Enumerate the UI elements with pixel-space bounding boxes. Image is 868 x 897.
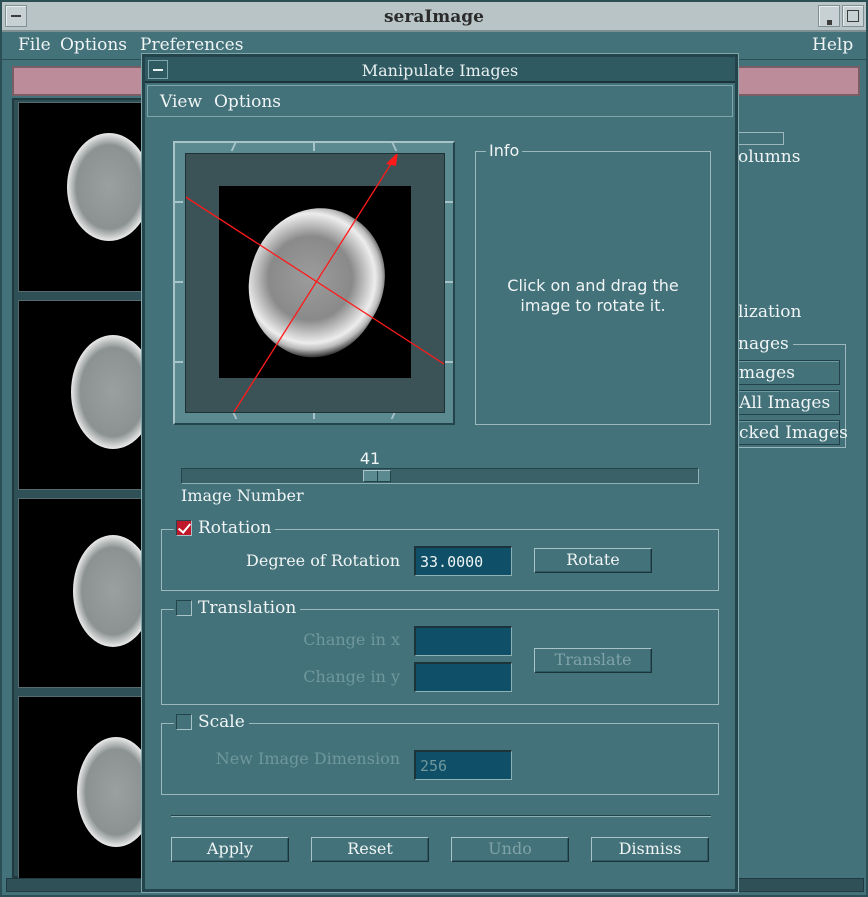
manipulate-images-dialog: Manipulate Images View Options Info Clic… [142,54,738,892]
new-image-dimension-input[interactable]: 256 [414,750,512,780]
slider-thumb[interactable] [363,470,391,482]
arrow-head-icon [386,154,398,166]
visualization-label: lization [738,302,802,322]
images-group-label: nages [738,334,793,354]
minimize-icon [827,20,832,25]
thumbnail-image[interactable] [18,498,153,688]
new-image-dimension-label: New Image Dimension [215,749,400,768]
images-button-label: mages [739,363,795,383]
scale-legend: Scale [174,712,249,732]
tick-mark [313,141,315,151]
change-in-y-input[interactable] [414,662,512,692]
translation-legend: Translation [174,598,301,618]
thumbnail-image[interactable] [18,300,155,490]
image-well [185,153,445,413]
menu-file[interactable]: File [18,35,51,55]
scale-group: Scale New Image Dimension 256 [161,712,719,795]
columns-label: olumns [738,147,801,167]
degree-of-rotation-input[interactable]: 33.0000 [414,546,512,576]
image-number-slider[interactable] [181,468,699,484]
tick-mark [230,141,238,151]
main-titlebar[interactable]: seraImage [2,2,866,32]
marked-images-button[interactable]: cked Images [732,420,848,445]
menu-view[interactable]: View [160,92,202,112]
reset-button[interactable]: Reset [311,837,429,862]
image-number-value: 41 [359,449,381,468]
undo-button[interactable]: Undo [451,837,569,862]
tick-mark [390,141,398,151]
horizontal-guide-line [186,196,445,365]
dialog-title: Manipulate Images [361,61,519,80]
degree-of-rotation-label: Degree of Rotation [246,551,400,570]
thumbnail-image[interactable] [18,696,155,886]
info-text: Click on and drag the image to rotate it… [507,276,679,315]
info-legend: Info [486,141,523,160]
info-panel: Info Click on and drag the image to rota… [475,141,711,425]
scan-slice [73,535,153,647]
translate-button[interactable]: Translate [534,648,652,673]
all-images-button[interactable]: All Images [732,390,840,415]
dialog-menubar: View Options [147,85,733,117]
thumbnail-list[interactable] [12,98,155,886]
minimize-button[interactable] [818,5,840,27]
scale-label: Scale [198,712,245,732]
columns-field[interactable] [738,132,784,145]
apply-button[interactable]: Apply [171,837,289,862]
marked-images-button-label: cked Images [739,423,848,443]
change-in-x-label: Change in x [303,630,400,649]
maximize-icon [847,10,859,22]
rotate-button[interactable]: Rotate [534,548,652,573]
rotation-guides [186,154,445,413]
window-title: seraImage [383,7,485,27]
rotation-label: Rotation [198,518,272,538]
scan-slice [67,133,151,241]
rotation-legend: Rotation [174,518,276,538]
vertical-guide-line [233,155,397,413]
rotation-checkbox[interactable] [176,520,192,536]
slider-grip [377,471,378,481]
image-viewport [173,141,455,425]
translation-group: Translation Change in x Change in y Tran… [161,598,719,705]
menu-help[interactable]: Help [812,35,853,55]
scale-checkbox[interactable] [176,714,192,730]
translation-checkbox[interactable] [176,600,192,616]
thumbnail-image[interactable] [18,102,151,292]
image-number-label: Image Number [181,486,304,505]
images-button[interactable]: mages [732,360,840,385]
dismiss-button[interactable]: Dismiss [591,837,709,862]
tick-mark [173,361,183,363]
change-in-x-input[interactable] [414,626,512,656]
all-images-button-label: All Images [739,393,831,413]
maximize-button[interactable] [842,5,864,27]
menu-dialog-options[interactable]: Options [214,92,281,112]
tick-mark [173,281,183,283]
dialog-titlebar[interactable]: Manipulate Images [145,57,735,83]
change-in-y-label: Change in y [303,667,400,686]
menu-preferences[interactable]: Preferences [140,35,243,55]
menu-options[interactable]: Options [60,35,127,55]
separator [171,815,711,817]
tick-mark [173,201,183,203]
rotation-group: Rotation Degree of Rotation 33.0000 Rota… [161,518,719,591]
translation-label: Translation [198,598,297,618]
